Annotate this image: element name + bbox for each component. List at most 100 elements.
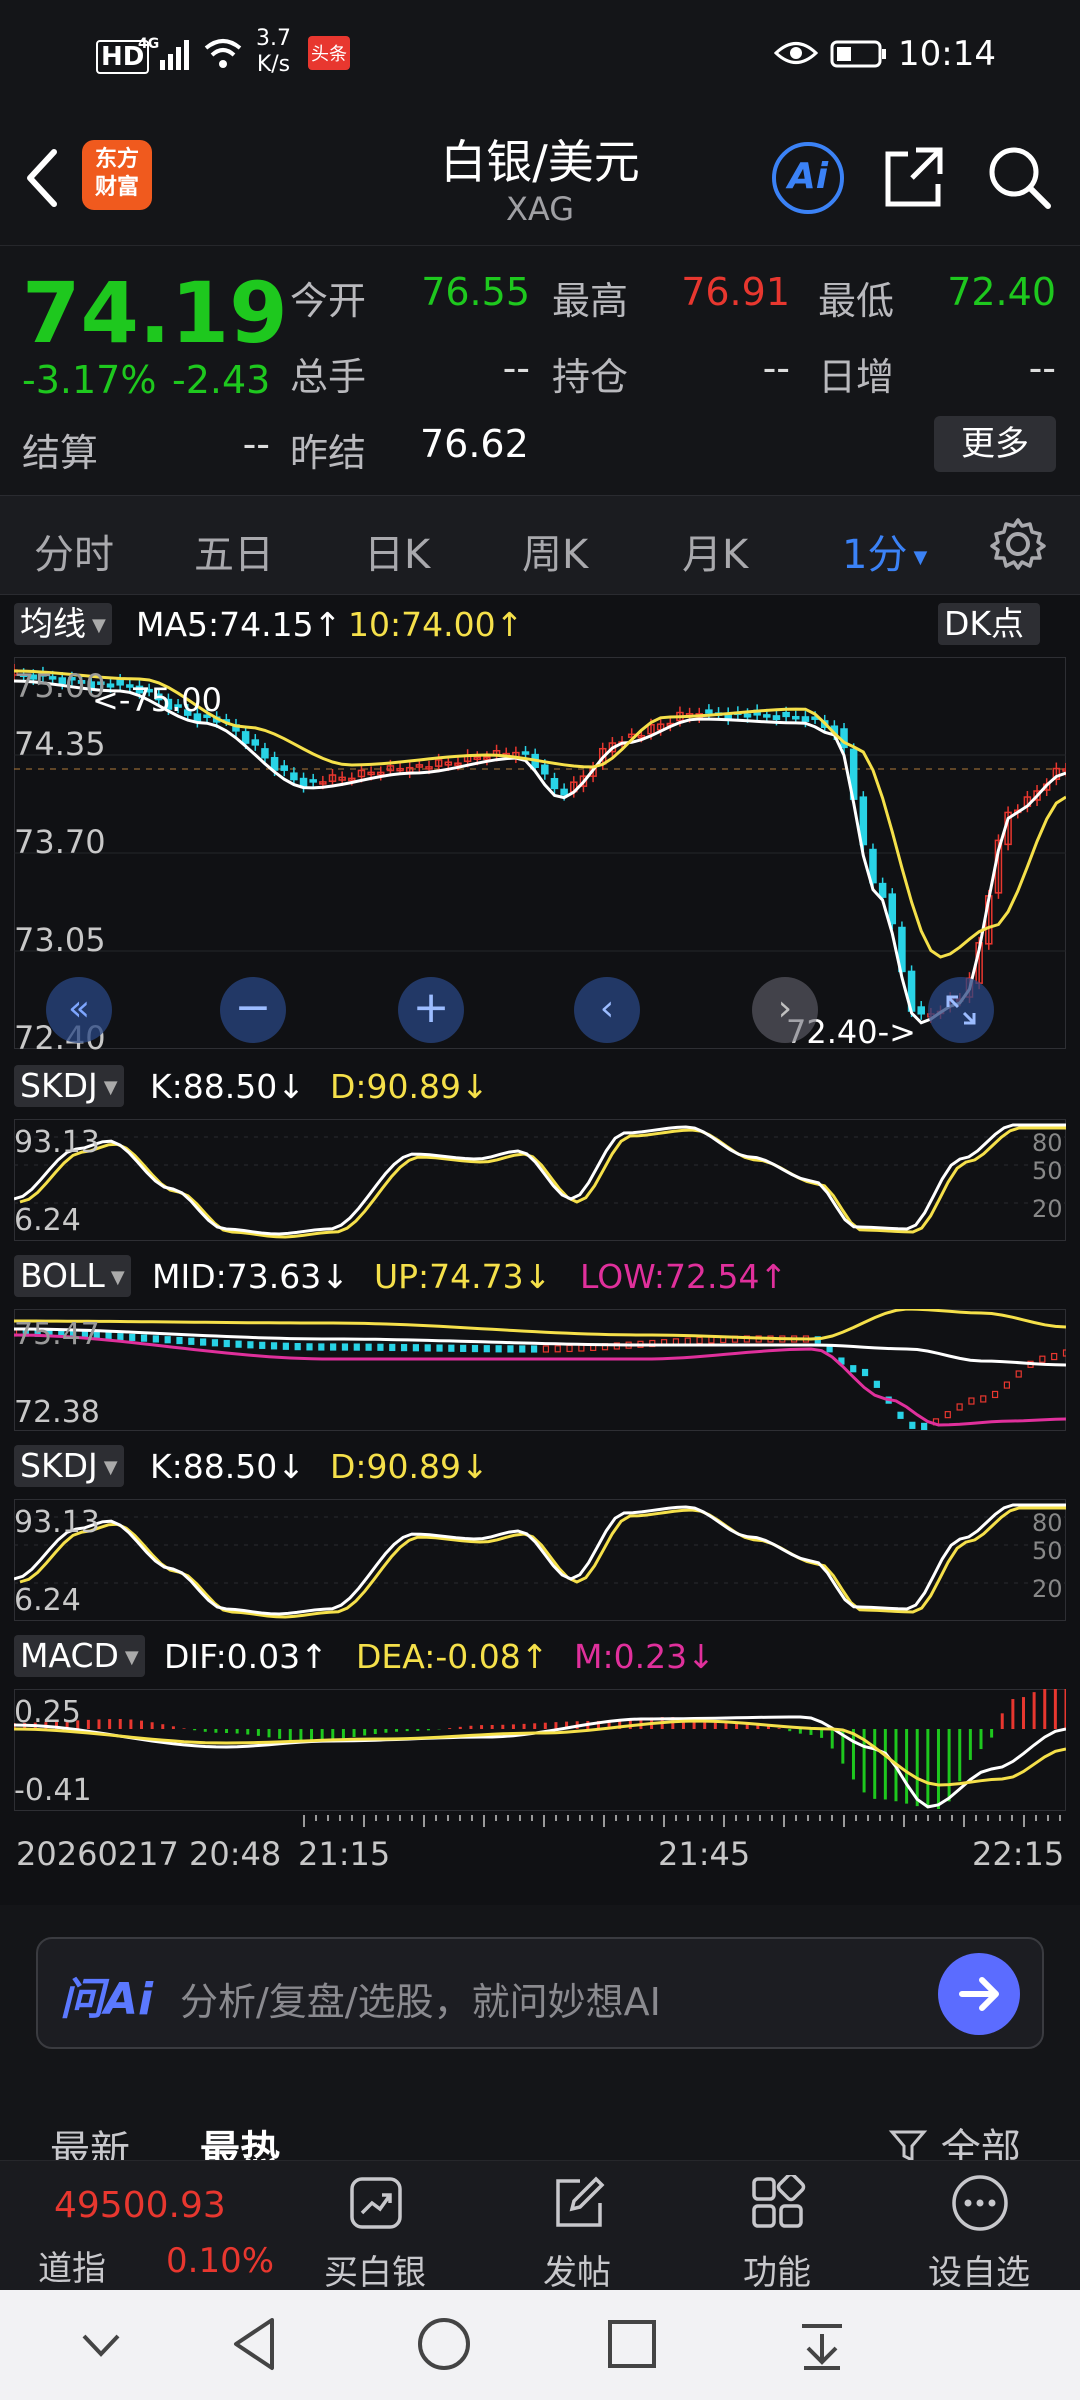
arrow-right-icon <box>959 1977 999 2011</box>
candle-body <box>792 715 800 720</box>
filter-button[interactable]: 全部 <box>888 2116 1021 2160</box>
macd-chart[interactable] <box>14 1689 1066 1811</box>
chevron-down-icon[interactable] <box>78 2326 124 2370</box>
search-icon[interactable] <box>986 144 1052 214</box>
dk-point-button[interactable]: DK点 <box>938 603 1041 645</box>
notification-badge: 头条 <box>308 36 350 70</box>
back-triangle-icon[interactable] <box>228 2314 280 2378</box>
share-icon[interactable] <box>882 144 946 214</box>
scroll-left-button[interactable]: ‹ <box>574 977 640 1043</box>
low-value: 72.40 <box>947 270 1056 314</box>
boll-candle <box>424 1344 431 1352</box>
boll-candle <box>247 1341 254 1349</box>
settings-icon[interactable] <box>990 516 1046 576</box>
max-price-marker: <-75.00 <box>92 681 222 719</box>
macd-dif-text: DIF:0.03 <box>164 1637 301 1676</box>
more-button[interactable]: 更多 <box>934 416 1056 472</box>
time-label-2: 21:15 <box>298 1835 391 1873</box>
skdj2-level-50: 50 <box>1032 1537 1063 1565</box>
boll-candle <box>400 1343 408 1352</box>
fullscreen-icon[interactable] <box>928 977 994 1043</box>
skdj2-chart[interactable] <box>14 1499 1066 1621</box>
boll-candle <box>211 1339 219 1347</box>
feed-tabs: 最新 最热 全部 <box>0 2080 1080 2160</box>
zoom-out-button[interactable]: − <box>220 977 286 1043</box>
candle-body <box>743 713 752 718</box>
zoom-in-button[interactable]: + <box>398 977 464 1043</box>
tab-1min[interactable]: 1分 ▼ <box>842 522 927 580</box>
macd-dea-value: DEA:-0.08↑ <box>356 1637 548 1676</box>
battery-icon <box>830 40 888 72</box>
nav-buy-silver[interactable]: 买白银 <box>300 2161 450 2293</box>
daily-increase-value: -- <box>1028 346 1056 390</box>
app-logo[interactable]: 东方 财富 <box>82 140 152 210</box>
nav-add-watchlist[interactable]: 设自选 <box>904 2161 1054 2293</box>
boll-candle <box>944 1411 951 1419</box>
boll-candle <box>507 1345 514 1353</box>
arrow-up-icon: ↑ <box>313 605 342 644</box>
recents-square-icon[interactable] <box>606 2318 658 2374</box>
scroll-right-button[interactable]: › <box>752 977 818 1043</box>
nav-post[interactable]: 发帖 <box>502 2161 652 2293</box>
boll-candle <box>259 1341 266 1349</box>
index-change: 0.10% <box>166 2241 275 2281</box>
chevron-down-icon: ▼ <box>124 1646 139 1668</box>
notification-pull-icon[interactable] <box>796 2318 848 2374</box>
y-label-4: 73.05 <box>14 921 106 959</box>
boll-candle <box>330 1343 337 1351</box>
tab-weekly-k[interactable]: 周K <box>522 522 588 580</box>
settle-label: 结算 <box>22 431 99 475</box>
boll-candle <box>341 1343 349 1351</box>
arrow-down-icon: ↓ <box>277 1067 305 1106</box>
tab-five-day[interactable]: 五日 <box>194 522 274 580</box>
tab-hot[interactable]: 最热 <box>200 2118 280 2160</box>
skdj2-k-value: K:88.50↓ <box>150 1447 305 1486</box>
boll-chart[interactable] <box>14 1309 1066 1431</box>
back-icon[interactable] <box>22 148 62 212</box>
chevron-down-icon: ▼ <box>92 614 106 636</box>
index-ticker[interactable]: 49500.93 道指 0.10% <box>0 2161 290 2291</box>
nav-functions[interactable]: 功能 <box>702 2161 852 2293</box>
tab-daily-k[interactable]: 日K <box>364 522 430 580</box>
candle-body <box>763 714 771 718</box>
ma-indicator-button[interactable]: 均线 ▼ <box>14 603 112 645</box>
tab-monthly-k[interactable]: 月K <box>682 522 748 580</box>
boll-candle <box>164 1336 171 1344</box>
macd-indicator-button[interactable]: MACD ▼ <box>14 1635 145 1677</box>
ai-label: Ai <box>787 156 829 197</box>
send-button[interactable] <box>938 1953 1020 2035</box>
tab-intraday[interactable]: 分时 <box>34 522 114 580</box>
chart-frame <box>14 1119 1066 1241</box>
skdj-indicator-button[interactable]: SKDJ ▼ <box>14 1065 124 1107</box>
k-line <box>14 1503 1066 1616</box>
skdj2-indicator-button[interactable]: SKDJ ▼ <box>14 1445 124 1487</box>
ma10-text: 10:74.00 <box>348 605 496 644</box>
boll-indicator-button[interactable]: BOLL ▼ <box>14 1255 131 1297</box>
boll-up-value: UP:74.73↓ <box>374 1257 551 1296</box>
prev-settle-label: 昨结 <box>290 431 367 475</box>
tab-latest[interactable]: 最新 <box>50 2118 130 2160</box>
open-value: 76.55 <box>421 270 530 314</box>
open-interest-label: 持仓 <box>552 355 629 399</box>
skdj-chart[interactable] <box>14 1119 1066 1241</box>
net-speed: 3.7 K/s <box>256 26 291 78</box>
tab-1min-label: 1分 <box>842 532 908 578</box>
ai-button[interactable]: Ai <box>772 142 844 214</box>
home-circle-icon[interactable] <box>414 2314 474 2378</box>
page-subtitle: XAG <box>505 190 575 228</box>
app-header: 东方 财富 白银/美元 XAG Ai <box>0 110 1080 245</box>
boll-candle <box>921 1422 928 1431</box>
ma5-value: MA5:74.15↑ <box>136 605 341 644</box>
net-speed-value: 3.7 <box>256 26 291 51</box>
boll-candle <box>542 1345 550 1353</box>
candle-body <box>782 711 790 718</box>
y-label-2: 74.35 <box>14 725 106 763</box>
logo-line2: 财富 <box>94 175 139 200</box>
scroll-left-far-button[interactable]: « <box>46 977 112 1043</box>
ai-search-input[interactable]: 问Ai 分析/复盘/选股，就问妙想AI <box>36 1937 1044 2049</box>
skdj2-d-value: D:90.89↓ <box>330 1447 489 1486</box>
boll-candle <box>495 1345 502 1353</box>
skdj2-d-text: D:90.89 <box>330 1447 462 1486</box>
candle-body <box>290 772 298 781</box>
open-interest-value: -- <box>762 346 790 390</box>
